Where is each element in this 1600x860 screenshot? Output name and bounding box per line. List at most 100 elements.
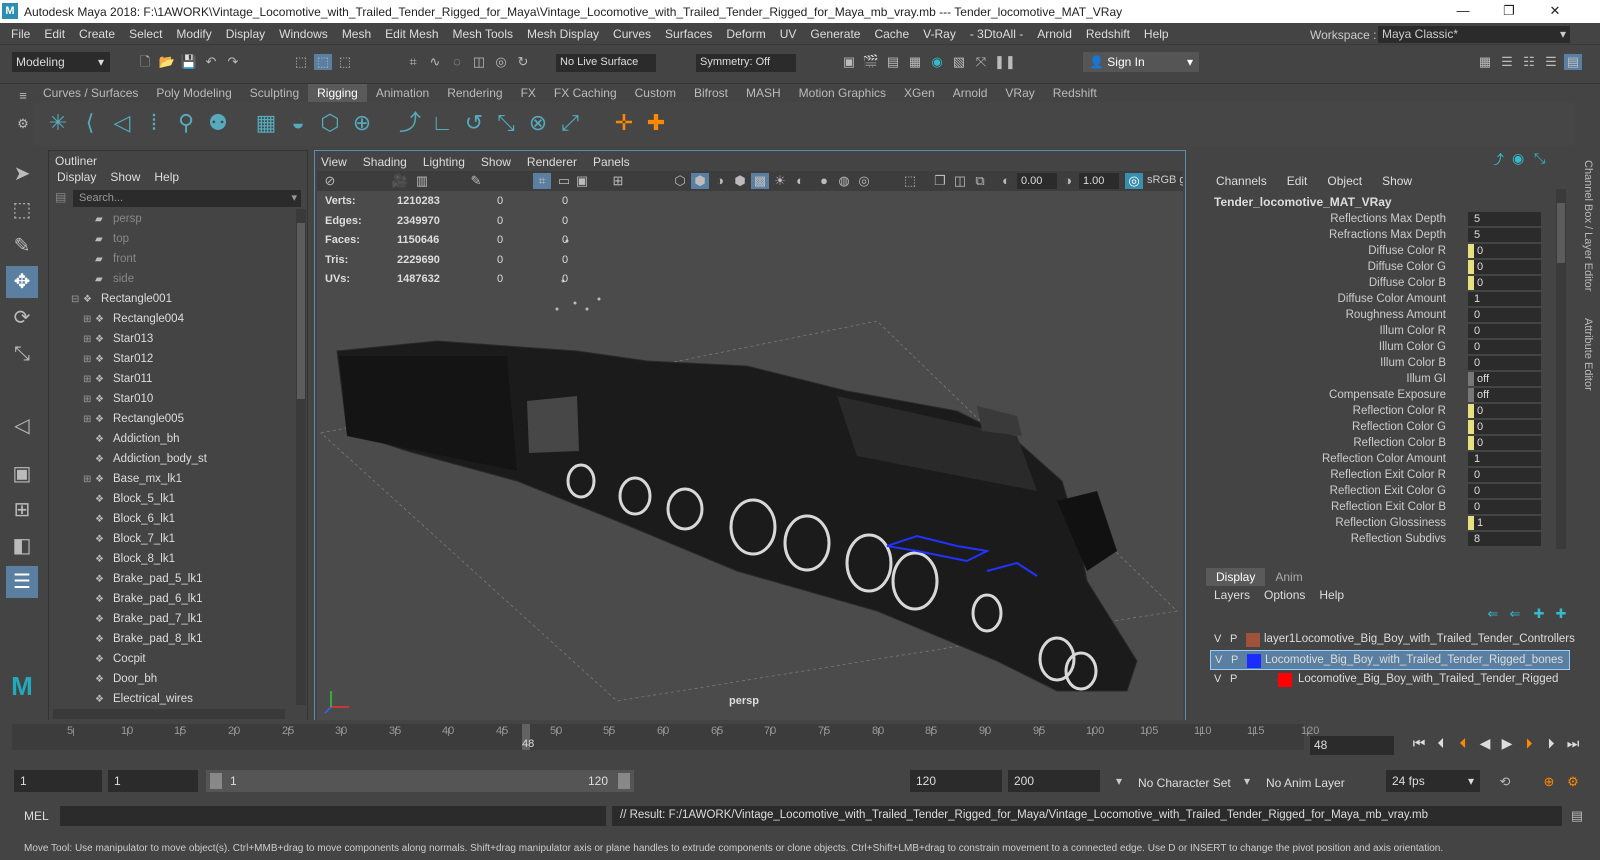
rotate-tool-icon[interactable]: ⟳ [6,302,38,334]
range-end-handle[interactable] [618,773,630,789]
create-joints-icon[interactable]: ✳ [44,108,72,138]
channel-row[interactable]: Reflection Color R 0 [1204,403,1564,419]
shelf-tab-custom[interactable]: Custom [626,84,685,102]
outliner-item[interactable]: ⊞ ❖ Star013 [49,329,294,349]
outliner-item[interactable]: ❖ Brake_pad_5_lk1 [49,569,294,589]
layer-visibility-toggle[interactable]: V [1214,673,1221,685]
outliner-item[interactable]: ⊞ ❖ Star012 [49,349,294,369]
resolution-gate-icon[interactable]: ▣ [573,173,591,189]
animation-start-field[interactable]: 1 [14,770,102,792]
character-set-field[interactable]: No Character Set [1138,776,1231,790]
channel-row[interactable]: Diffuse Color Amount 1 [1204,291,1564,307]
play-backwards-icon[interactable]: ◀ [1476,734,1494,752]
menu-arnold[interactable]: Arnold [1030,27,1079,41]
smooth-shade-icon[interactable]: ⬢ [691,173,709,189]
shelf-tab-curves-surfaces[interactable]: Curves / Surfaces [34,84,147,102]
menu-curves[interactable]: Curves [606,27,658,41]
channel-box-scroll-thumb[interactable] [1557,203,1565,263]
camera-select-icon[interactable]: ⊘ [321,173,339,189]
channel-menu-edit[interactable]: Edit [1287,174,1308,188]
anim-prefs-icon[interactable]: ⚙ [1564,774,1582,790]
channel-value-field[interactable]: 0 [1468,260,1541,274]
channel-value-field[interactable]: 0 [1468,500,1541,514]
gamma-field[interactable]: 1.00 [1079,173,1119,189]
bookmarks-icon[interactable]: ▥ [413,173,431,189]
range-bar[interactable]: 1 120 [206,770,634,792]
channel-row[interactable]: Reflection Color B 0 [1204,435,1564,451]
single-view-icon[interactable]: ▣ [6,458,38,490]
anti-aliasing-icon[interactable]: ◎ [855,173,873,189]
layer-color-swatch[interactable] [1247,654,1261,668]
gamma-icon[interactable]: ◑ [1059,173,1077,189]
live-surface-field[interactable]: No Live Surface [556,54,656,72]
outliner-item[interactable]: ⊞ ❖ Rectangle005 [49,409,294,429]
menu-surfaces[interactable]: Surfaces [658,27,719,41]
menu-mesh[interactable]: Mesh [335,27,378,41]
channel-value-field[interactable]: 0 [1468,340,1541,354]
outliner-item[interactable]: ▰ side [49,269,294,289]
range-start-handle[interactable] [210,773,222,789]
modeling-toolkit-icon[interactable]: ▦ [1476,54,1494,70]
ambient-occlusion-icon[interactable]: ● [815,173,833,189]
shelf-tab-rendering[interactable]: Rendering [438,84,511,102]
menu-redshift[interactable]: Redshift [1079,27,1137,41]
channel-menu-show[interactable]: Show [1382,174,1412,188]
symmetry-field[interactable]: Symmetry: Off [696,54,796,72]
menu-mesh-display[interactable]: Mesh Display [520,27,606,41]
outliner-layout-icon[interactable]: ☰ [6,566,38,598]
shelf-tab-rigging[interactable]: Rigging [308,84,367,102]
layer-visibility-toggle[interactable]: V [1214,633,1221,645]
outliner-item[interactable]: ❖ Brake_pad_7_lk1 [49,609,294,629]
motion-blur-icon[interactable]: ◍ [835,173,853,189]
scale-constraint-icon[interactable]: ⤡ [492,108,520,138]
close-button[interactable]: ✕ [1532,0,1578,23]
shelf-tab-fx[interactable]: FX [512,84,545,102]
pause-icon[interactable]: ❚❚ [994,54,1016,70]
outliner-item[interactable]: ❖ Block_5_lk1 [49,489,294,509]
channel-value-field[interactable]: 8 [1468,532,1541,546]
four-view-icon[interactable]: ⊞ [6,494,38,526]
playback-end-field[interactable]: 120 [910,770,1002,792]
channel-menu-object[interactable]: Object [1327,174,1362,188]
shelf-tab-arnold[interactable]: Arnold [944,84,997,102]
layer-menu-layers[interactable]: Layers [1214,588,1250,602]
channel-row[interactable]: Diffuse Color G 0 [1204,259,1564,275]
cluster-icon[interactable]: ⊕ [348,108,376,138]
viewport-menu-view[interactable]: View [321,155,347,169]
go-to-end-icon[interactable]: ⏭ [1564,734,1582,752]
outliner-item[interactable]: ⊞ ❖ Rectangle004 [49,309,294,329]
channel-row[interactable]: Reflection Color Amount 1 [1204,451,1564,467]
render-settings-icon[interactable]: ▦ [906,54,924,70]
render-region-icon[interactable]: ▣ [840,54,858,70]
outliner-item[interactable]: ❖ Door_bh [49,669,294,689]
snap-curve-icon[interactable]: ∿ [426,54,444,70]
move-layer-up-icon[interactable]: ⇐ [1484,606,1502,622]
layer-color-swatch[interactable] [1278,673,1292,687]
expand-toggle-icon[interactable]: ⊞ [83,390,95,410]
select-tool-icon[interactable]: ➤ [6,158,38,190]
outliner-item[interactable]: ❖ Block_8_lk1 [49,549,294,569]
snap-point-icon[interactable]: ◌ [448,54,466,70]
channel-row[interactable]: Illum GI off [1204,371,1564,387]
locator-plus-icon[interactable]: ✚ [642,108,670,138]
move-layer-down-icon[interactable]: ⇐ [1506,606,1524,622]
menu-display[interactable]: Display [219,27,272,41]
channel-menu-channels[interactable]: Channels [1216,174,1267,188]
menu-deform[interactable]: Deform [719,27,772,41]
layer-tab-anim[interactable]: Anim [1265,568,1312,586]
channel-row[interactable]: Reflection Exit Color G 0 [1204,483,1564,499]
expand-toggle-icon[interactable]: ⊟ [71,290,83,310]
menu-3dtoall[interactable]: - 3DtoAll - [963,27,1030,41]
layer-playback-toggle[interactable]: P [1230,673,1237,685]
paint-select-icon[interactable]: ✎ [6,230,38,262]
wireframe-on-shaded-icon[interactable]: ⬢ [731,173,749,189]
new-scene-icon[interactable]: 🗋 [136,54,154,70]
shelf-tab-fx-caching[interactable]: FX Caching [545,84,626,102]
fps-select[interactable]: 24 fps ▾ [1386,770,1480,792]
channel-value-field[interactable]: 0 [1468,276,1541,290]
shelf-settings-icon[interactable]: ⚙ [14,116,32,132]
viewport-menu-shading[interactable]: Shading [363,155,407,169]
channel-row[interactable]: Reflections Max Depth 5 [1204,211,1564,227]
outliner-item[interactable]: ❖ Electrical_wires [49,689,294,709]
shelf-tab-redshift[interactable]: Redshift [1044,84,1106,102]
